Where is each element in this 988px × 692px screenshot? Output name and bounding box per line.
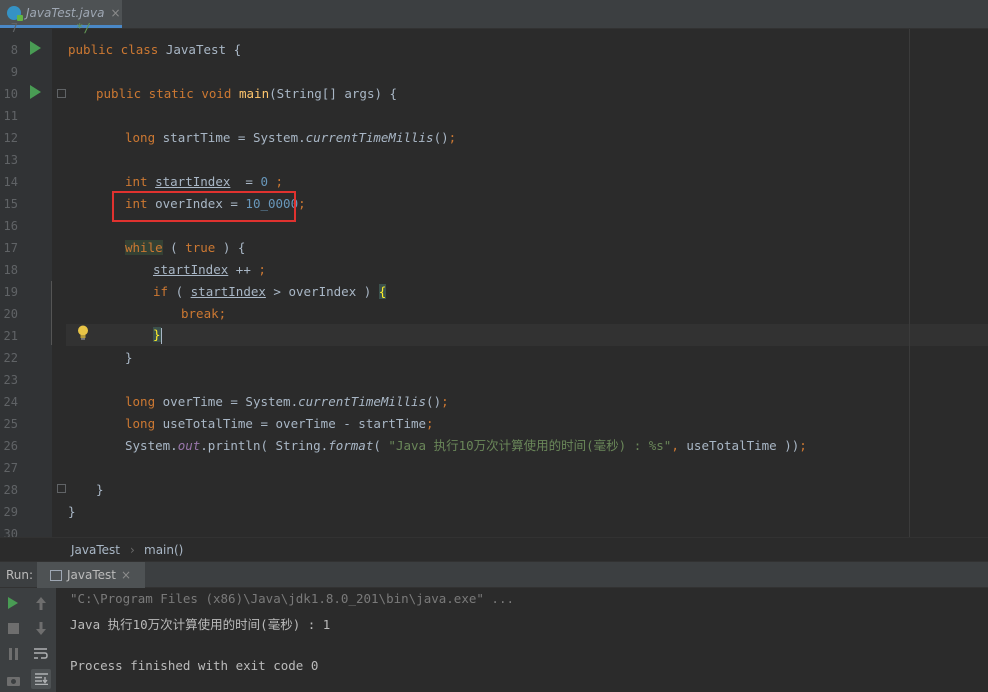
- run-console[interactable]: "C:\Program Files (x86)\Java\jdk1.8.0_20…: [56, 588, 988, 692]
- run-panel-header: Run: JavaTest ×: [0, 561, 988, 588]
- soft-wrap-icon[interactable]: [31, 644, 51, 664]
- breadcrumb: JavaTest › main(): [0, 537, 988, 562]
- editor-tab-bar: JavaTest.java ×: [0, 0, 988, 29]
- run-label: Run:: [6, 568, 34, 582]
- close-icon[interactable]: ×: [121, 568, 131, 582]
- line-number: 9: [10, 65, 18, 79]
- close-icon[interactable]: ×: [111, 6, 121, 20]
- up-arrow-icon[interactable]: [31, 593, 51, 613]
- console-command-line: "C:\Program Files (x86)\Java\jdk1.8.0_20…: [70, 591, 515, 606]
- run-tab-label: JavaTest: [67, 568, 116, 582]
- code-line-10: public static void main(String[] args) {: [96, 86, 398, 101]
- text-caret: [160, 327, 162, 344]
- line-number: 26: [3, 439, 18, 453]
- code-line-26: System.out.println( String.format( "Java…: [125, 438, 807, 453]
- run-tab-javatest[interactable]: JavaTest ×: [37, 562, 145, 588]
- fold-gutter: [52, 29, 66, 537]
- line-number: 14: [3, 175, 18, 189]
- run-class-gutter-icon[interactable]: [30, 41, 41, 55]
- code-line-24: long overTime = System.currentTimeMillis…: [125, 394, 449, 409]
- run-main-gutter-icon[interactable]: [30, 85, 41, 99]
- code-line-20: break;: [181, 306, 227, 321]
- line-number: 23: [3, 373, 18, 387]
- line-number: 15: [3, 197, 18, 211]
- camera-icon[interactable]: [3, 670, 23, 690]
- fold-toggle-icon[interactable]: [57, 89, 66, 98]
- code-line-12: long startTime = System.currentTimeMilli…: [125, 130, 457, 145]
- line-number: 19: [3, 285, 18, 299]
- lightbulb-icon[interactable]: [77, 325, 89, 340]
- console-exit-line: Process finished with exit code 0: [70, 658, 319, 673]
- run-icon[interactable]: [3, 593, 23, 613]
- console-icon: [50, 569, 62, 581]
- line-number: 13: [3, 153, 18, 167]
- java-class-icon: [7, 5, 23, 21]
- code-line-14: int startIndex = 0 ;: [125, 174, 284, 189]
- line-number: 25: [3, 417, 18, 431]
- highlight-box-overindex: [112, 191, 296, 222]
- code-line-8: public class JavaTest {: [68, 42, 242, 57]
- tab-label: JavaTest.java: [26, 5, 105, 20]
- code-line-28: }: [96, 482, 104, 497]
- line-number: 21: [3, 329, 18, 343]
- breadcrumb-separator: ›: [130, 543, 135, 557]
- pause-icon[interactable]: [3, 644, 23, 664]
- current-line-highlight: [66, 324, 988, 346]
- breadcrumb-class[interactable]: JavaTest: [71, 543, 120, 557]
- code-line-18: startIndex ++ ;: [153, 262, 266, 277]
- code-line-17: while ( true ) {: [125, 240, 246, 255]
- code-line-25: long useTotalTime = overTime - startTime…: [125, 416, 434, 431]
- code-line-19: if ( startIndex > overIndex ) {: [153, 284, 387, 299]
- line-number-gutter: 7 8 9 10 11 12 13 14 15 16 17 18 19 20 2…: [0, 21, 52, 541]
- line-number: 29: [3, 505, 18, 519]
- breadcrumb-method[interactable]: main(): [144, 543, 183, 557]
- run-toolbar: [0, 588, 56, 692]
- line-number: 8: [10, 43, 18, 57]
- line-number: 12: [3, 131, 18, 145]
- tab-javatest[interactable]: JavaTest.java ×: [0, 0, 122, 28]
- line-number: 27: [3, 461, 18, 475]
- right-margin-guide: [909, 29, 910, 537]
- code-line-29: }: [68, 504, 76, 519]
- stop-icon[interactable]: [3, 618, 23, 638]
- line-number: 20: [3, 307, 18, 321]
- line-number: 17: [3, 241, 18, 255]
- line-number: 11: [3, 109, 18, 123]
- console-output-line: Java 执行10万次计算使用的时间(毫秒) : 1: [70, 617, 331, 632]
- change-marker: [51, 281, 52, 345]
- code-line-22: }: [125, 350, 133, 365]
- line-number: 18: [3, 263, 18, 277]
- line-number: 22: [3, 351, 18, 365]
- line-number: 7: [10, 21, 18, 35]
- code-line-7: */: [76, 20, 92, 35]
- scroll-to-end-icon[interactable]: [31, 669, 51, 689]
- line-number: 16: [3, 219, 18, 233]
- down-arrow-icon[interactable]: [31, 618, 51, 638]
- line-number: 28: [3, 483, 18, 497]
- line-number: 10: [3, 87, 18, 101]
- line-number: 24: [3, 395, 18, 409]
- fold-toggle-icon[interactable]: [57, 484, 66, 493]
